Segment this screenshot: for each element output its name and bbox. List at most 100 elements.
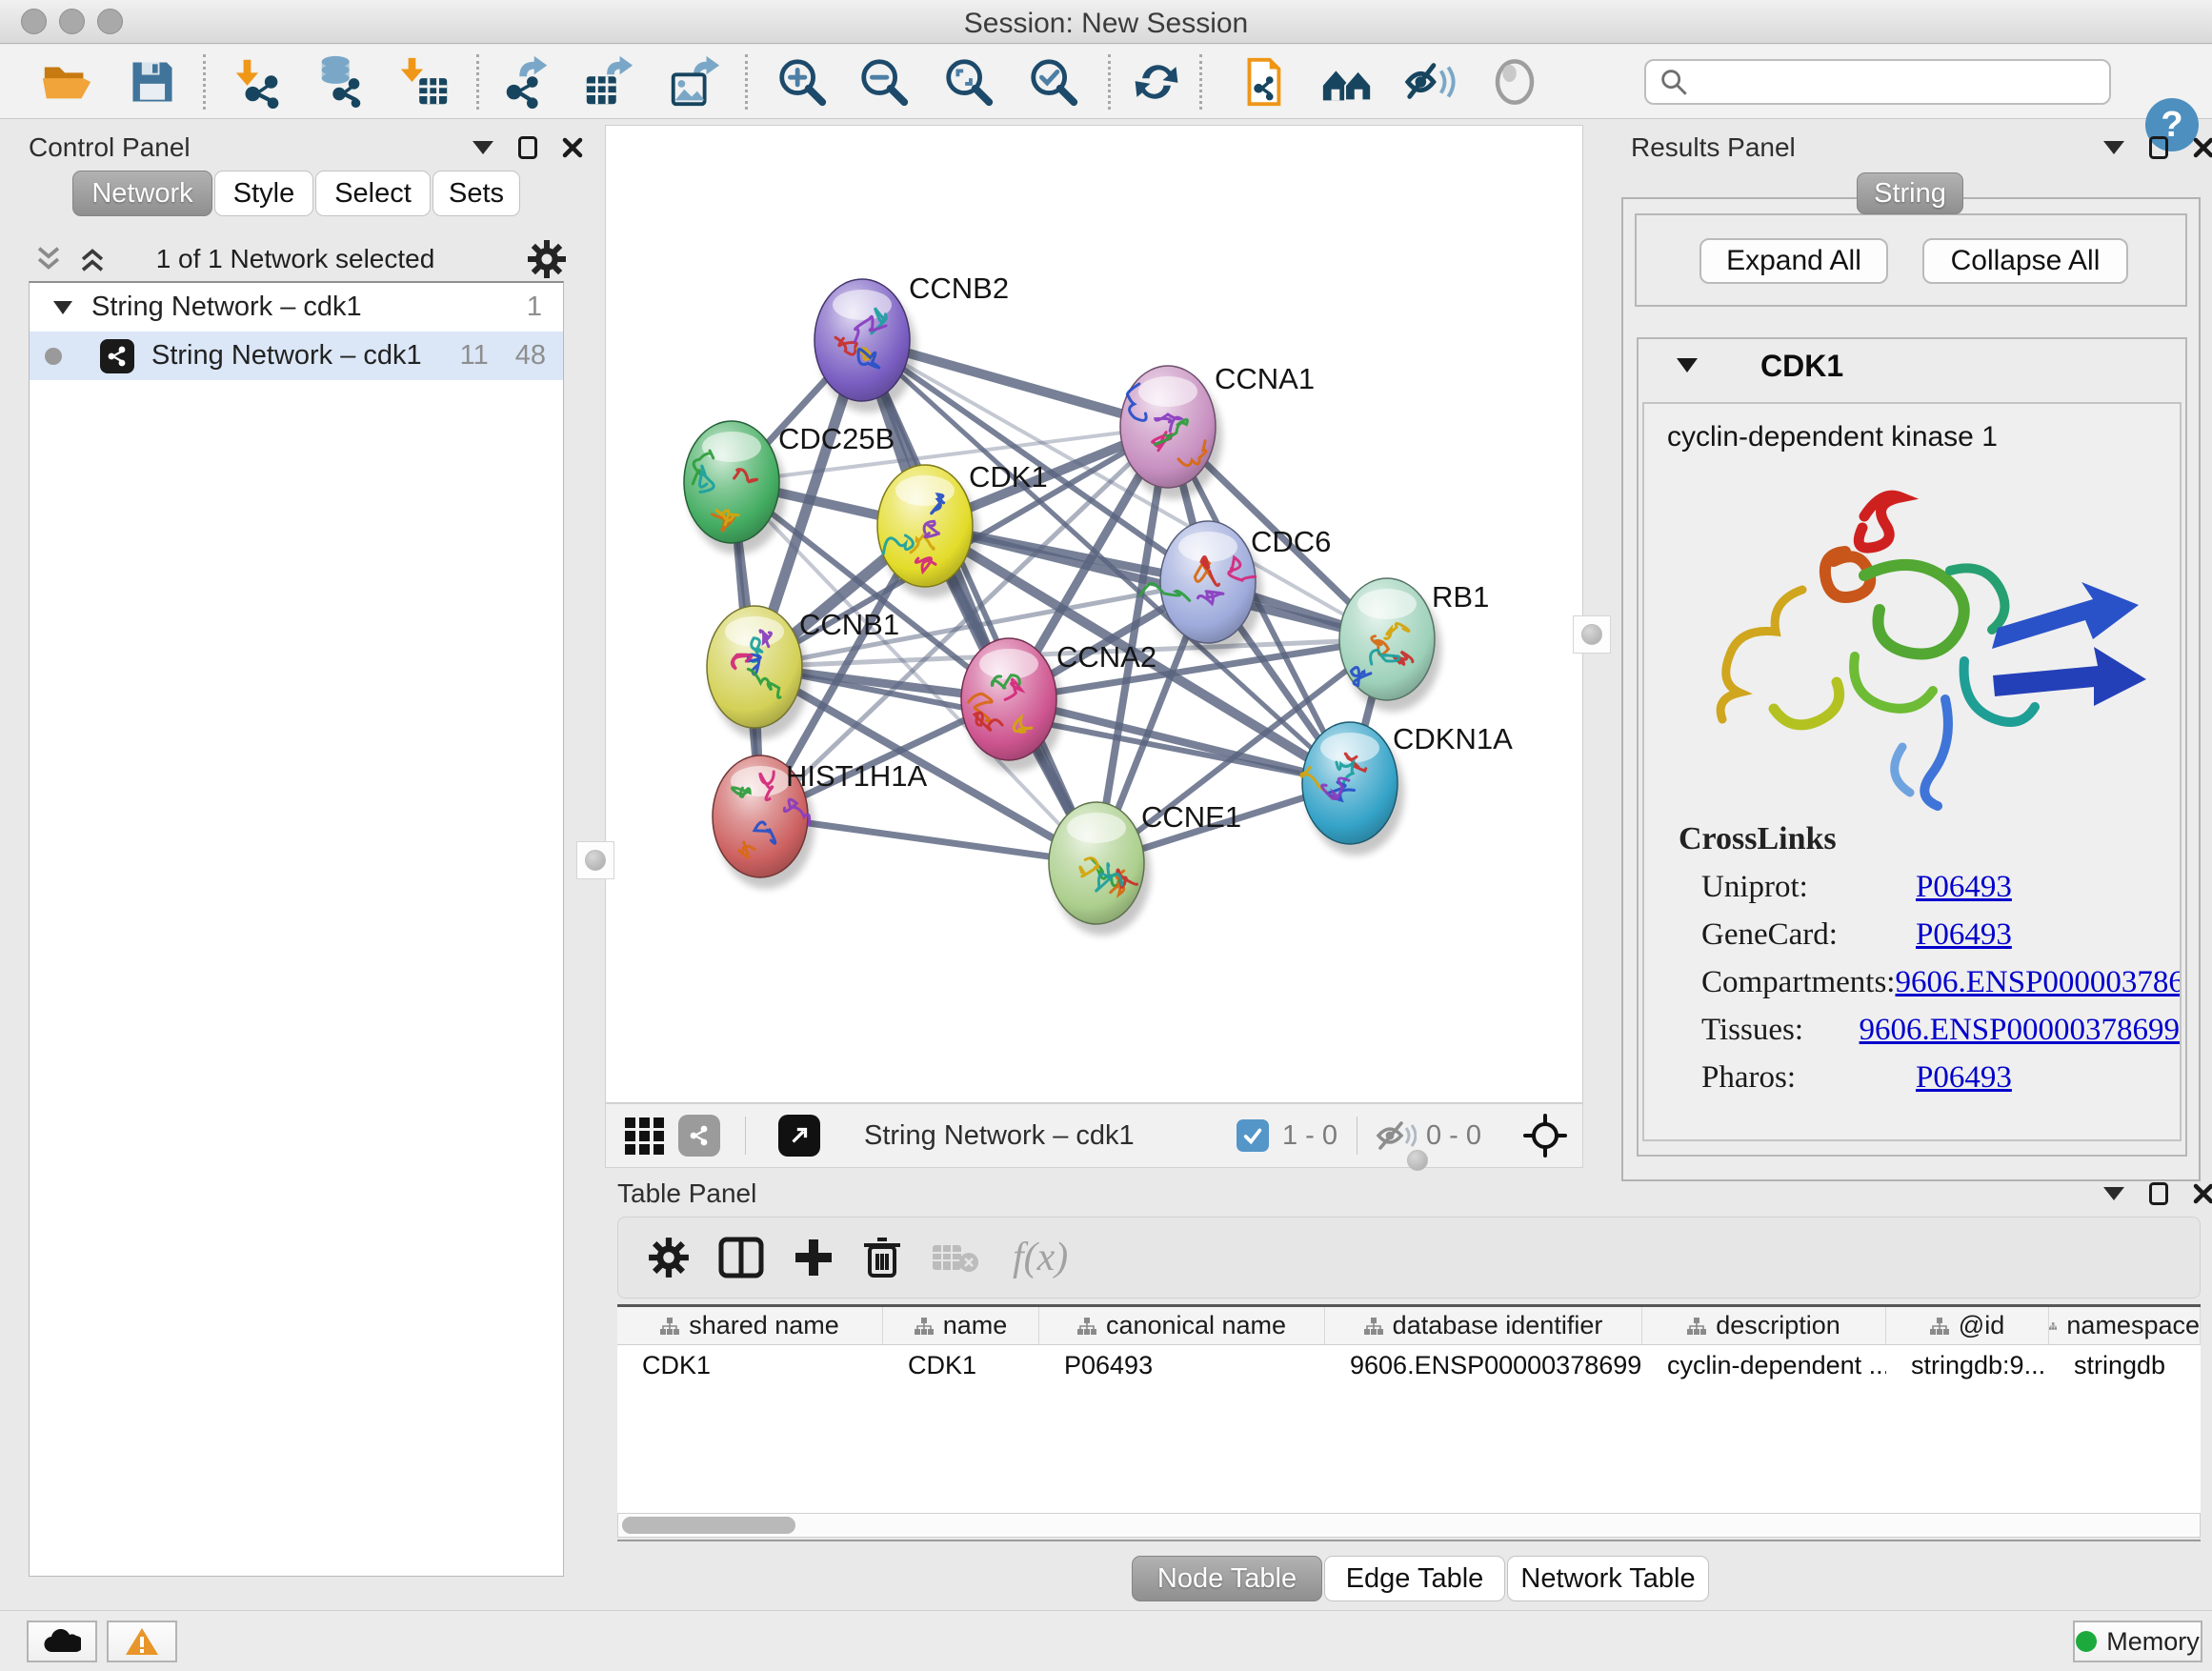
column-header-namespace[interactable]: namespace xyxy=(2049,1307,2201,1344)
float-panel-icon[interactable] xyxy=(473,141,493,154)
table-row[interactable]: CDK1CDK1P064939606.ENSP00000378699cyclin… xyxy=(617,1345,2201,1386)
tab-network[interactable]: Network xyxy=(72,171,212,216)
network-node-CDC25B[interactable]: CDC25B xyxy=(684,421,895,554)
maximize-panel-icon[interactable] xyxy=(2149,1182,2168,1205)
column-header--id[interactable]: @id xyxy=(1886,1307,2049,1344)
float-panel-icon[interactable] xyxy=(2103,141,2124,154)
scrollbar-thumb[interactable] xyxy=(622,1517,795,1534)
cloud-button[interactable] xyxy=(27,1621,97,1662)
table-cell[interactable]: CDK1 xyxy=(617,1345,883,1386)
network-badge-icon[interactable] xyxy=(678,1115,720,1157)
memory-button[interactable]: Memory xyxy=(2073,1621,2202,1662)
collapse-all-networks-icon[interactable] xyxy=(32,243,65,275)
crosslink-link[interactable]: P06493 xyxy=(1916,1060,2012,1096)
table-cell[interactable]: cyclin-dependent ... xyxy=(1642,1345,1886,1386)
show-all-icon[interactable] xyxy=(1484,51,1545,112)
network-node-RB1[interactable]: RB1 xyxy=(1339,578,1489,712)
crosslink-link[interactable]: P06493 xyxy=(1916,870,2012,905)
table-cell[interactable]: P06493 xyxy=(1039,1345,1325,1386)
results-panel-title: Results Panel xyxy=(1631,132,1796,163)
fit-selected-icon[interactable] xyxy=(1523,1114,1567,1158)
network-node-CDKN1A[interactable]: CDKN1A xyxy=(1301,722,1513,856)
tab-node-table[interactable]: Node Table xyxy=(1132,1556,1322,1601)
import-table-icon[interactable] xyxy=(394,51,455,112)
save-session-icon[interactable] xyxy=(122,51,183,112)
open-session-icon[interactable] xyxy=(36,51,97,112)
column-hierarchy-icon xyxy=(915,1317,934,1336)
maximize-panel-icon[interactable] xyxy=(518,136,537,159)
network-node-CDC6[interactable]: CDC6 xyxy=(1140,521,1332,654)
zoom-in-icon[interactable] xyxy=(772,51,833,112)
close-panel-icon[interactable] xyxy=(2193,1183,2212,1204)
selected-checkbox[interactable] xyxy=(1237,1119,1269,1152)
network-node-CCNE1[interactable]: CCNE1 xyxy=(1049,800,1241,936)
zoom-fit-icon[interactable] xyxy=(938,51,999,112)
expand-all-button[interactable]: Expand All xyxy=(1699,238,1888,284)
column-header-canonical-name[interactable]: canonical name xyxy=(1039,1307,1325,1344)
tab-select[interactable]: Select xyxy=(315,171,431,216)
string-document-icon[interactable] xyxy=(1232,51,1293,112)
table-cell[interactable]: CDK1 xyxy=(883,1345,1039,1386)
float-panel-icon[interactable] xyxy=(2103,1187,2124,1200)
show-columns-icon[interactable] xyxy=(717,1236,765,1279)
birds-eye-view-icon[interactable] xyxy=(778,1115,820,1157)
crosslink-link[interactable]: 9606.ENSP00000378699 xyxy=(1895,965,2182,1000)
export-table-icon[interactable] xyxy=(578,51,639,112)
string-network-icon xyxy=(100,339,134,373)
tab-network-table[interactable]: Network Table xyxy=(1507,1556,1709,1601)
column-header-shared-name[interactable]: shared name xyxy=(617,1307,883,1344)
export-network-icon[interactable] xyxy=(496,51,557,112)
network-node-CDK1[interactable]: CDK1 xyxy=(877,460,1048,598)
crosslink-label: Pharos: xyxy=(1701,1060,1916,1096)
bottom-splitter-handle[interactable] xyxy=(1407,1150,1428,1171)
crosslink-link[interactable]: P06493 xyxy=(1916,917,2012,953)
tab-edge-table[interactable]: Edge Table xyxy=(1324,1556,1505,1601)
table-cell[interactable]: 9606.ENSP00000378699 xyxy=(1325,1345,1642,1386)
warnings-button[interactable] xyxy=(107,1621,177,1662)
delete-column-icon[interactable] xyxy=(862,1236,902,1279)
table-cell[interactable]: stringdb:9... xyxy=(1886,1345,2049,1386)
network-options-gear-icon[interactable] xyxy=(526,238,568,280)
grid-view-icon[interactable] xyxy=(623,1114,667,1158)
column-header-label: canonical name xyxy=(1106,1311,1286,1340)
tree-expand-icon[interactable] xyxy=(53,301,72,314)
close-panel-icon[interactable] xyxy=(2193,137,2212,158)
network-node-CCNB2[interactable]: CCNB2 xyxy=(814,272,1009,413)
table-cell[interactable]: stringdb xyxy=(2049,1345,2201,1386)
hide-unselected-icon[interactable] xyxy=(1399,51,1460,112)
collapse-all-button[interactable]: Collapse All xyxy=(1922,238,2128,284)
tab-sets[interactable]: Sets xyxy=(432,171,520,216)
results-panel-body: Expand All Collapse All CDK1 cyclin-depe… xyxy=(1621,197,2201,1181)
tab-string[interactable]: String xyxy=(1857,172,1963,214)
right-splitter-handle[interactable] xyxy=(1573,615,1611,654)
network-node-CCNB1[interactable]: CCNB1 xyxy=(707,606,899,739)
left-splitter-handle[interactable] xyxy=(576,841,614,879)
maximize-panel-icon[interactable] xyxy=(2149,136,2168,159)
add-column-icon[interactable] xyxy=(792,1236,835,1279)
network-canvas[interactable]: CCNB2CCNA1CDC25BCDK1CDC6RB1CCNB1CCNA2CDK… xyxy=(606,126,1582,1102)
table-horizontal-scrollbar[interactable] xyxy=(617,1513,2201,1538)
entry-collapse-icon[interactable] xyxy=(1677,358,1698,372)
column-header-name[interactable]: name xyxy=(883,1307,1039,1344)
export-image-icon[interactable] xyxy=(663,51,724,112)
expand-all-networks-icon[interactable] xyxy=(76,243,109,275)
crosslink-link[interactable]: 9606.ENSP00000378699 xyxy=(1860,1013,2180,1048)
close-panel-icon[interactable] xyxy=(562,137,583,158)
search-input[interactable] xyxy=(1644,59,2111,105)
refresh-icon[interactable] xyxy=(1126,51,1187,112)
column-header-database-identifier[interactable]: database identifier xyxy=(1325,1307,1642,1344)
import-database-icon[interactable] xyxy=(311,51,372,112)
import-network-icon[interactable] xyxy=(230,51,291,112)
column-header-description[interactable]: description xyxy=(1642,1307,1886,1344)
zoom-selected-icon[interactable] xyxy=(1023,51,1084,112)
toolbar-separator xyxy=(476,54,479,110)
tab-style[interactable]: Style xyxy=(214,171,313,216)
table-settings-gear-icon[interactable] xyxy=(647,1236,691,1279)
network-collection-row[interactable]: String Network – cdk1 1 xyxy=(30,283,563,332)
node-label-RB1: RB1 xyxy=(1432,580,1489,614)
node-label-HIST1H1A: HIST1H1A xyxy=(786,759,927,793)
zoom-out-icon[interactable] xyxy=(854,51,915,112)
network-node-CCNA2[interactable]: CCNA2 xyxy=(961,638,1156,772)
network-row[interactable]: String Network – cdk1 11 48 xyxy=(30,332,563,380)
home-icon[interactable] xyxy=(1317,51,1377,112)
